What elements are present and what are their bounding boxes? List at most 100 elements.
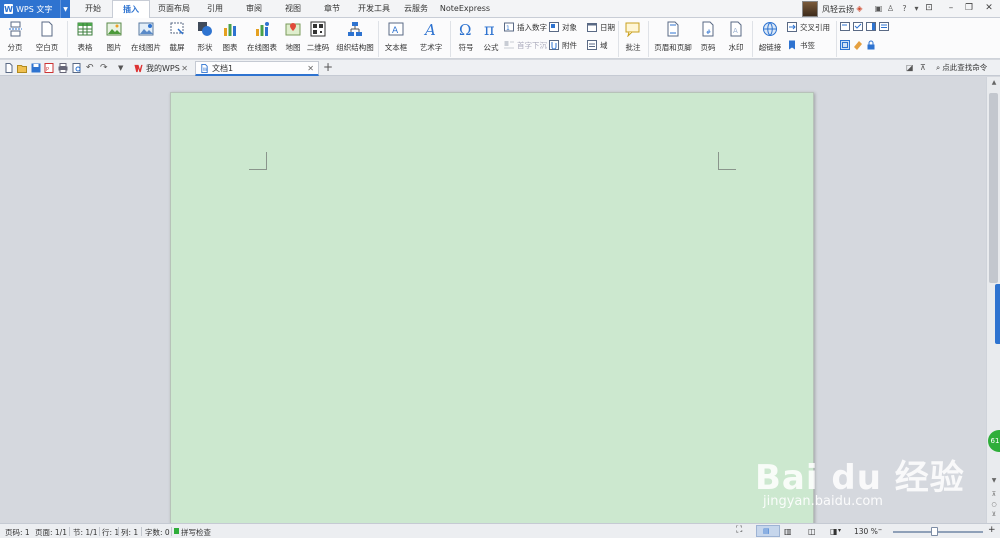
print-icon[interactable]: [58, 63, 68, 73]
tab-noteexpress[interactable]: NoteExpress: [438, 0, 492, 18]
shirt-icon[interactable]: ♙: [886, 4, 895, 13]
chevron-down-icon[interactable]: ▾: [838, 527, 841, 534]
customize-quick-access-icon[interactable]: ▼: [118, 63, 128, 73]
margin-corner-top-left: [249, 152, 267, 170]
help-icon[interactable]: ?: [900, 4, 909, 13]
scroll-up-arrow[interactable]: ▲: [989, 79, 999, 86]
side-panel-handle[interactable]: [995, 284, 1000, 344]
formula-button[interactable]: π 公式: [481, 20, 501, 58]
hyperlink-button[interactable]: 超链接: [757, 20, 783, 58]
lock-icon[interactable]: [866, 40, 876, 50]
dropdown-control-icon[interactable]: [866, 22, 876, 31]
tab-start[interactable]: 开始: [76, 0, 110, 18]
restore-layout-icon[interactable]: ⊡: [922, 2, 936, 15]
bag-icon[interactable]: ▣: [874, 4, 883, 13]
prev-page-icon[interactable]: ⊼: [989, 491, 999, 498]
qrcode-button[interactable]: 二维码: [306, 20, 330, 58]
shape-button[interactable]: 形状: [193, 20, 217, 58]
export-pdf-icon[interactable]: P: [44, 63, 54, 73]
avatar[interactable]: [802, 1, 818, 17]
header-footer-button[interactable]: 页眉和页脚: [652, 20, 694, 58]
cross-reference-button[interactable]: 交叉引用: [787, 21, 830, 33]
status-word-count[interactable]: 字数: 0: [145, 527, 170, 538]
user-account[interactable]: 风轻云扬: [802, 1, 854, 17]
tab-chapter[interactable]: 章节: [315, 0, 349, 18]
textbox-button[interactable]: A 文本框: [381, 20, 411, 58]
attachment-button[interactable]: 附件: [549, 39, 577, 51]
field-button[interactable]: 域: [587, 39, 608, 51]
design-mode-icon[interactable]: [840, 40, 850, 50]
close-tab-icon[interactable]: ✕: [181, 64, 188, 73]
picture-button[interactable]: 图片: [101, 20, 127, 58]
scroll-down-arrow[interactable]: ▼: [989, 477, 999, 484]
object-button[interactable]: 对象: [549, 21, 577, 33]
tab-references[interactable]: 引用: [198, 0, 232, 18]
blank-page-button[interactable]: 空白页: [32, 20, 62, 58]
ribbon-divider: [450, 21, 451, 57]
tab-insert[interactable]: 插入: [112, 0, 150, 19]
insert-number-button[interactable]: 1 插入数字: [504, 21, 547, 33]
find-command-box[interactable]: ⌕ 点此查找命令: [936, 62, 987, 73]
watermark-button[interactable]: A 水印: [724, 20, 748, 58]
open-folder-icon[interactable]: [17, 63, 27, 73]
new-file-icon[interactable]: [4, 63, 14, 73]
chevron-down-icon[interactable]: ▼: [60, 0, 70, 18]
symbol-button[interactable]: Ω 符号: [454, 20, 478, 58]
tab-cloud-service[interactable]: 云服务: [398, 0, 434, 18]
online-picture-button[interactable]: 在线图片: [128, 20, 164, 58]
zoom-in-icon[interactable]: +: [988, 525, 996, 535]
maximize-icon[interactable]: ❐: [962, 2, 976, 15]
new-tab-icon[interactable]: +: [323, 60, 333, 74]
fullscreen-icon[interactable]: ⛶: [736, 525, 742, 535]
tab-review[interactable]: 审阅: [237, 0, 271, 18]
word-art-button[interactable]: A 艺术字: [415, 20, 447, 58]
chart-button[interactable]: 图表: [220, 20, 240, 58]
tab-my-wps[interactable]: 我的WPS ✕: [130, 61, 192, 76]
page-number-button[interactable]: # 页码: [696, 20, 720, 58]
reading-mode-icon[interactable]: ◨: [830, 527, 838, 536]
app-menu-button[interactable]: W WPS 文字 ▼: [0, 0, 70, 18]
select-browse-object-icon[interactable]: ○: [989, 501, 999, 508]
collapse-ribbon-icon[interactable]: ⊼: [920, 63, 926, 72]
date-button[interactable]: 日期: [587, 21, 615, 33]
page-break-button[interactable]: 分页: [4, 20, 26, 58]
bookmark-button[interactable]: 书签: [787, 39, 815, 51]
doc-settings-icon[interactable]: ◪: [906, 63, 914, 72]
status-spell-check[interactable]: 拼写检查: [181, 527, 211, 538]
web-view-icon[interactable]: ◫: [808, 527, 816, 536]
next-page-icon[interactable]: ⊻: [989, 511, 999, 518]
screenshot-button[interactable]: 截屏: [166, 20, 188, 58]
zoom-out-icon[interactable]: –: [878, 525, 882, 534]
print-preview-icon[interactable]: [72, 63, 82, 73]
tab-document1[interactable]: W 文档1 ✕: [195, 61, 319, 76]
close-icon[interactable]: ✕: [982, 2, 996, 15]
save-icon[interactable]: [31, 63, 41, 73]
tab-developer[interactable]: 开发工具: [353, 0, 395, 18]
textbox-control-icon[interactable]: [840, 22, 850, 31]
table-button[interactable]: 表格: [72, 20, 98, 58]
tab-page-layout[interactable]: 页面布局: [152, 0, 196, 18]
chevron-down-icon[interactable]: ▾: [912, 4, 921, 13]
object-icon: [549, 22, 559, 32]
zoom-level[interactable]: 130 %: [854, 527, 878, 536]
list-control-icon[interactable]: [879, 22, 889, 31]
comment-button[interactable]: 批注: [622, 20, 644, 58]
scroll-thumb[interactable]: [989, 93, 998, 283]
minimize-icon[interactable]: –: [944, 2, 958, 15]
online-chart-button[interactable]: 在线图表: [242, 20, 282, 58]
close-tab-icon[interactable]: ✕: [307, 64, 314, 73]
first-drop-button[interactable]: 首字下沉: [504, 39, 547, 51]
eraser-icon[interactable]: [853, 40, 863, 50]
zoom-slider[interactable]: [893, 531, 983, 533]
map-button[interactable]: 地图: [284, 20, 302, 58]
redo-icon[interactable]: ↷: [100, 63, 110, 73]
user-level-icon[interactable]: ◈: [855, 4, 864, 13]
outline-view-icon[interactable]: ▥: [784, 527, 792, 536]
undo-icon[interactable]: ↶: [86, 63, 96, 73]
spell-check-icon: [174, 528, 179, 534]
tab-view[interactable]: 视图: [276, 0, 310, 18]
org-chart-button[interactable]: 组织结构图: [334, 20, 376, 58]
document-page[interactable]: [170, 92, 814, 532]
zoom-slider-handle[interactable]: [931, 527, 938, 536]
checkbox-control-icon[interactable]: [853, 22, 863, 31]
